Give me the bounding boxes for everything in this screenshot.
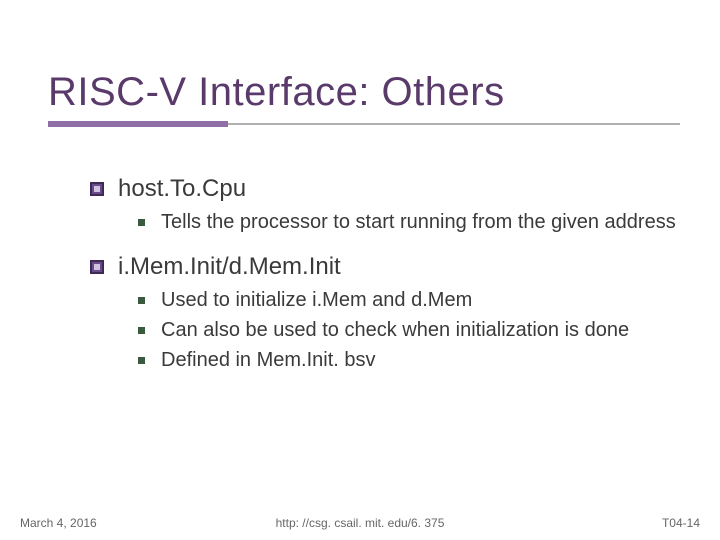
diamond-bullet-icon: [90, 260, 104, 274]
square-bullet-icon: [138, 219, 145, 226]
title-block: RISC-V Interface: Others: [48, 70, 680, 125]
footer-page-number: T04-14: [662, 516, 700, 530]
sub-bullet-group: Tells the processor to start running fro…: [138, 209, 680, 235]
bullet-level2: Defined in Mem.Init. bsv: [138, 347, 680, 373]
bullet-level1: host.To.Cpu: [90, 175, 680, 203]
square-bullet-icon: [138, 297, 145, 304]
bullet-level1: i.Mem.Init/d.Mem.Init: [90, 253, 680, 281]
square-bullet-icon: [138, 357, 145, 364]
slide-footer: March 4, 2016 http: //csg. csail. mit. e…: [0, 510, 720, 530]
bullet-level2: Can also be used to check when initializ…: [138, 317, 680, 343]
slide-content: host.To.Cpu Tells the processor to start…: [90, 175, 680, 391]
bullet-level2: Tells the processor to start running fro…: [138, 209, 680, 235]
footer-date: March 4, 2016: [20, 516, 97, 530]
square-bullet-icon: [138, 327, 145, 334]
slide-title: RISC-V Interface: Others: [48, 70, 680, 115]
slide: RISC-V Interface: Others host.To.Cpu Tel…: [0, 0, 720, 540]
title-underline: [48, 123, 680, 125]
bullet-text: Tells the processor to start running fro…: [161, 209, 676, 235]
footer-url: http: //csg. csail. mit. edu/6. 375: [276, 516, 445, 530]
bullet-text: Can also be used to check when initializ…: [161, 317, 629, 343]
bullet-heading: i.Mem.Init/d.Mem.Init: [118, 253, 341, 281]
bullet-text: Used to initialize i.Mem and d.Mem: [161, 287, 472, 313]
diamond-bullet-icon: [90, 182, 104, 196]
bullet-text: Defined in Mem.Init. bsv: [161, 347, 376, 373]
bullet-level2: Used to initialize i.Mem and d.Mem: [138, 287, 680, 313]
bullet-heading: host.To.Cpu: [118, 175, 246, 203]
sub-bullet-group: Used to initialize i.Mem and d.Mem Can a…: [138, 287, 680, 373]
